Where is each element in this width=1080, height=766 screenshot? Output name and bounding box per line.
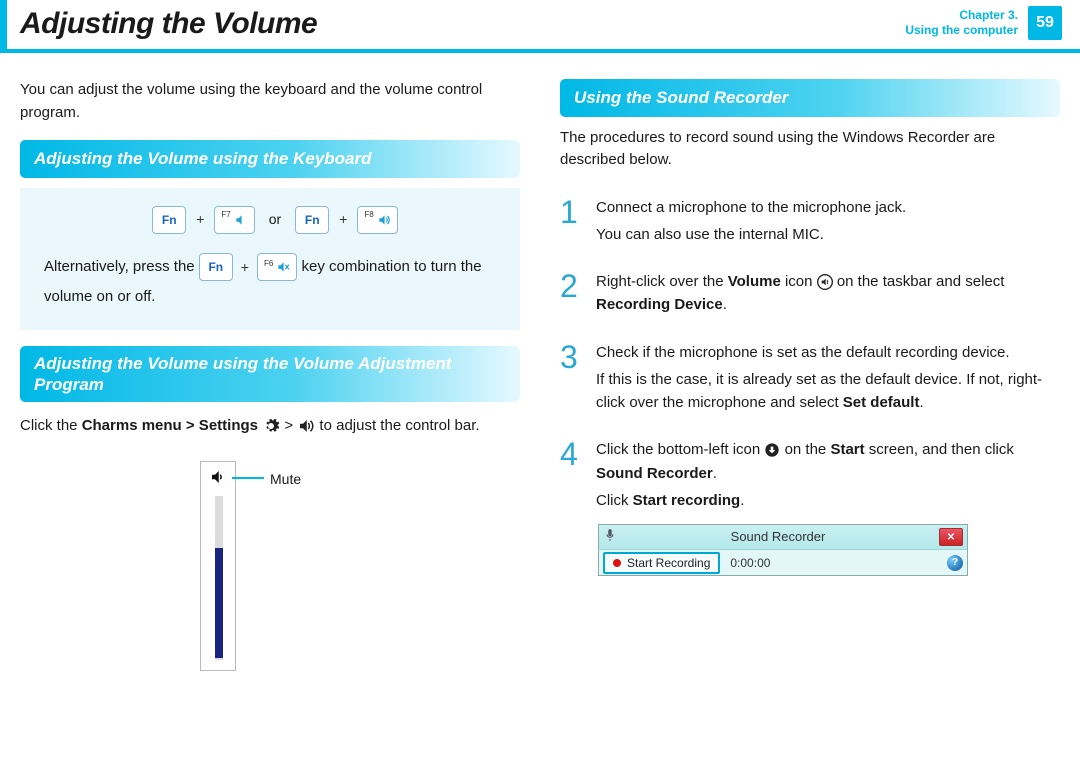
volume-down-icon (234, 213, 248, 227)
volume-icon (297, 417, 315, 435)
settings-icon (262, 417, 280, 435)
plus-sign-2: + (337, 209, 349, 230)
fn-key: Fn (152, 206, 186, 234)
help-button[interactable]: ? (947, 555, 963, 571)
microphone-icon (603, 528, 617, 547)
toolbar: Start Recording 0:00:00 ? (599, 549, 967, 575)
plus-sign: + (194, 209, 206, 230)
sound-recorder-window: Sound Recorder ✕ Start Recording 0:00:00… (598, 524, 968, 576)
recording-time: 0:00:00 (730, 554, 770, 572)
f7-key: F7 (214, 206, 254, 234)
record-icon (613, 559, 621, 567)
mute-label: Mute (270, 469, 301, 490)
chapter-line-2: Using the computer (905, 23, 1018, 38)
recorder-intro: The procedures to record sound using the… (560, 127, 1060, 172)
step-3: 3 Check if the microphone is set as the … (560, 341, 1060, 415)
title-rule (0, 49, 1080, 53)
right-column: Using the Sound Recorder The procedures … (560, 79, 1060, 671)
titlebar: Sound Recorder ✕ (599, 525, 967, 549)
close-button[interactable]: ✕ (939, 528, 963, 546)
charms-text: Click the Charms menu > Settings > to ad… (20, 412, 520, 441)
alt-text: Alternatively, press the Fn + F6 key com… (44, 252, 506, 312)
page-number: 59 (1028, 6, 1062, 40)
speaker-icon (209, 468, 227, 486)
section-keyboard-title: Adjusting the Volume using the Keyboard (20, 140, 520, 178)
step-1: 1 Connect a microphone to the microphone… (560, 196, 1060, 247)
f8-key: F8 (357, 206, 397, 234)
left-column: You can adjust the volume using the keyb… (20, 79, 520, 671)
header-right: Chapter 3. Using the computer 59 (905, 6, 1062, 40)
volume-up-icon (377, 213, 391, 227)
step-2: 2 Right-click over the Volume icon on th… (560, 270, 1060, 317)
down-arrow-circle-icon (764, 442, 780, 458)
section-program-title: Adjusting the Volume using the Volume Ad… (20, 346, 520, 403)
fn-key-3: Fn (199, 253, 233, 281)
section-recorder-title: Using the Sound Recorder (560, 79, 1060, 117)
step-4: 4 Click the bottom-left icon on the Star… (560, 438, 1060, 512)
fn-key-2: Fn (295, 206, 329, 234)
mute-icon (276, 260, 290, 274)
intro-text: You can adjust the volume using the keyb… (20, 79, 520, 124)
volume-slider-illustration: Mute (200, 461, 340, 671)
f6-key: F6 (257, 253, 297, 281)
start-recording-button[interactable]: Start Recording (603, 552, 720, 574)
key-combo-row: Fn + F7 or Fn + F8 (44, 206, 506, 234)
title-accent (0, 0, 7, 49)
window-title: Sound Recorder (617, 527, 939, 547)
or-label: or (269, 209, 281, 230)
keyboard-box: Fn + F7 or Fn + F8 Alternatively, press … (20, 188, 520, 330)
chapter-line-1: Chapter 3. (905, 8, 1018, 23)
taskbar-volume-icon (817, 274, 833, 290)
